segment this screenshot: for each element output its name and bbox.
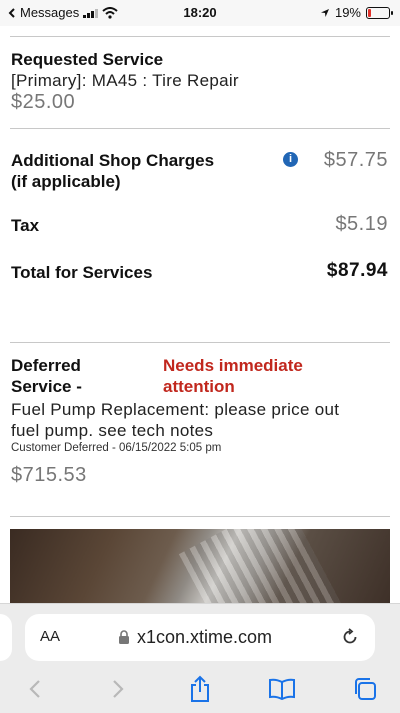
back-button[interactable]	[20, 674, 50, 704]
lock-icon	[119, 630, 129, 644]
tech-photo[interactable]	[10, 529, 390, 603]
share-button[interactable]	[185, 674, 215, 704]
deferred-meta: Customer Deferred - 06/15/2022 5:05 pm	[11, 442, 222, 454]
address-bar[interactable]: AA x1con.xtime.com	[25, 614, 375, 661]
divider	[10, 128, 390, 129]
deferred-label: Deferred Service -	[11, 355, 82, 397]
forward-button[interactable]	[103, 674, 133, 704]
chevron-left-icon	[29, 680, 40, 698]
status-bar: Messages 18:20 19%	[0, 0, 400, 26]
divider	[10, 516, 390, 517]
reader-options-button[interactable]: AA	[40, 628, 60, 645]
bookmarks-button[interactable]	[267, 674, 297, 704]
deferred-desc-line2: fuel pump. see tech notes	[11, 421, 214, 440]
deferred-description: Fuel Pump Replacement: please price out …	[11, 399, 339, 487]
additional-charges-amount: $57.75	[323, 149, 388, 171]
requested-service-heading: Requested Service	[11, 50, 164, 69]
battery-percent: 19%	[334, 5, 361, 20]
browser-bottom-bar: AA x1con.xtime.com	[0, 603, 400, 713]
deferred-label-line1: Deferred	[11, 356, 81, 375]
status-right: 19%	[320, 5, 393, 20]
deferred-alert-line1: Needs immediate	[163, 356, 303, 375]
additional-charges-label: Additional Shop Charges (if applicable)	[11, 150, 214, 192]
chevron-right-icon	[113, 680, 124, 698]
total-label: Total for Services	[11, 263, 153, 282]
tax-label: Tax	[11, 216, 40, 235]
url-text[interactable]: x1con.xtime.com	[137, 627, 272, 648]
battery-icon	[366, 6, 393, 19]
book-icon	[269, 678, 295, 700]
web-content: Requested Service [Primary]: MA45 : Tire…	[0, 26, 400, 603]
tabs-button[interactable]	[350, 674, 380, 704]
deferred-label-line2: Service -	[11, 377, 82, 396]
additional-charges-label-line2: (if applicable)	[11, 172, 121, 191]
divider	[10, 342, 390, 343]
deferred-desc-line1: Fuel Pump Replacement: please price out	[11, 400, 340, 419]
requested-service-line: [Primary]: MA45 : Tire Repair	[11, 71, 239, 90]
divider	[10, 36, 390, 37]
requested-service-price: $25.00	[11, 91, 76, 113]
tax-amount: $5.19	[335, 213, 388, 235]
reload-icon[interactable]	[340, 627, 360, 647]
total-amount: $87.94	[326, 260, 388, 281]
previous-tab-stub[interactable]	[0, 614, 12, 661]
deferred-alert-line2: attention	[163, 377, 235, 396]
deferred-price: $715.53	[11, 464, 87, 486]
location-arrow-icon	[320, 8, 329, 17]
info-icon[interactable]: i	[283, 152, 298, 167]
deferred-alert: Needs immediate attention	[163, 355, 303, 397]
additional-charges-label-line1: Additional Shop Charges	[11, 151, 215, 170]
share-icon	[191, 675, 209, 702]
requested-service-section: Requested Service [Primary]: MA45 : Tire…	[11, 49, 239, 114]
tabs-icon	[355, 678, 376, 700]
